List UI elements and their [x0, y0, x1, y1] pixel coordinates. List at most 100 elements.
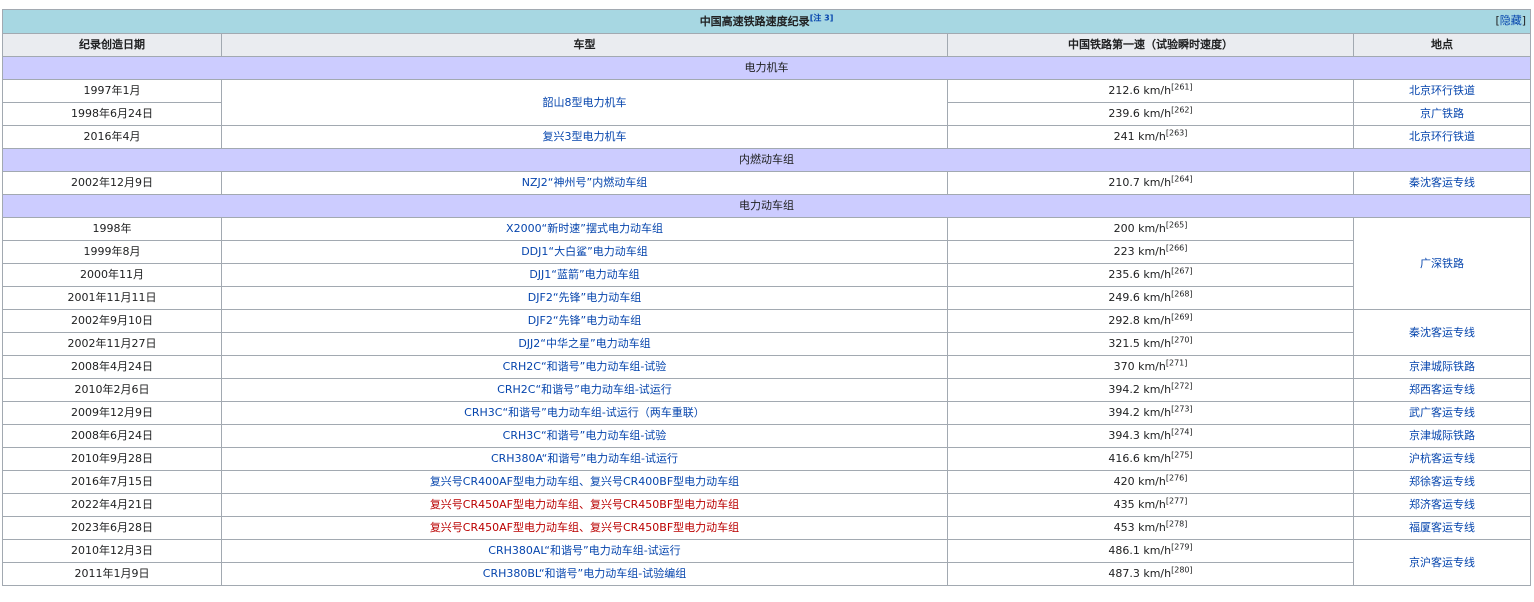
- place-link[interactable]: 武广客运专线: [1409, 406, 1475, 419]
- model-link[interactable]: NZJ2“神州号”内燃动车组: [522, 176, 647, 189]
- place-link[interactable]: 北京环行铁道: [1409, 84, 1475, 97]
- place-cell[interactable]: 北京环行铁道: [1352, 125, 1532, 149]
- place-cell[interactable]: 京广铁路: [1352, 102, 1532, 126]
- citation-link[interactable]: [275]: [1171, 450, 1193, 459]
- citation-link[interactable]: [278]: [1166, 519, 1188, 528]
- citation-link[interactable]: [271]: [1166, 358, 1188, 367]
- model-link[interactable]: DJF2“先锋”电力动车组: [528, 314, 641, 327]
- model-redlink[interactable]: 复兴号CR450AF型电力动车组、复兴号CR450BF型电力动车组: [430, 521, 739, 534]
- place-link[interactable]: 京津城际铁路: [1409, 360, 1475, 373]
- model-cell[interactable]: CRH2C“和谐号”电力动车组-试验: [221, 355, 948, 379]
- place-link[interactable]: 北京环行铁道: [1409, 130, 1475, 143]
- place-cell[interactable]: 郑济客运专线: [1352, 493, 1532, 517]
- model-link[interactable]: CRH3C“和谐号”电力动车组-试运行（两车重联）: [464, 406, 705, 419]
- model-cell[interactable]: DJF2“先锋”电力动车组: [221, 309, 948, 333]
- table-title: 中国高速铁路速度纪录[注 3] [隐藏]: [1, 9, 1532, 34]
- place-cell[interactable]: 郑徐客运专线: [1352, 470, 1532, 494]
- place-link[interactable]: 京沪客运专线: [1409, 556, 1475, 569]
- place-cell[interactable]: 郑西客运专线: [1352, 378, 1532, 402]
- place-cell[interactable]: 沪杭客运专线: [1352, 447, 1532, 471]
- place-cell[interactable]: 广深铁路: [1352, 217, 1532, 310]
- place-link[interactable]: 秦沈客运专线: [1409, 326, 1475, 339]
- table-row: 2002年11月27日 DJJ2“中华之星”电力动车组 321.5 km/h[2…: [2, 332, 1531, 356]
- speed-cell: 249.6 km/h[268]: [947, 286, 1354, 310]
- date-cell: 1997年1月: [2, 79, 222, 103]
- model-redlink[interactable]: 复兴号CR450AF型电力动车组、复兴号CR450BF型电力动车组: [430, 498, 739, 511]
- model-link[interactable]: X2000“新时速”摆式电力动车组: [506, 222, 663, 235]
- model-cell[interactable]: NZJ2“神州号”内燃动车组: [221, 171, 948, 195]
- place-link[interactable]: 郑西客运专线: [1409, 383, 1475, 396]
- model-link[interactable]: 复兴3型电力机车: [543, 130, 627, 143]
- place-link[interactable]: 京广铁路: [1420, 107, 1464, 120]
- place-cell[interactable]: 秦沈客运专线: [1352, 309, 1532, 356]
- citation-link[interactable]: [269]: [1171, 312, 1193, 321]
- model-cell[interactable]: CRH3C“和谐号”电力动车组-试验: [221, 424, 948, 448]
- model-cell[interactable]: DJJ1“蓝箭”电力动车组: [221, 263, 948, 287]
- citation-link[interactable]: [272]: [1171, 381, 1193, 390]
- model-cell[interactable]: CRH380AL“和谐号”电力动车组-试运行: [221, 539, 948, 563]
- title-note[interactable]: [注 3]: [810, 13, 834, 22]
- model-cell[interactable]: 复兴3型电力机车: [221, 125, 948, 149]
- citation-link[interactable]: [273]: [1171, 404, 1193, 413]
- citation-link[interactable]: [279]: [1171, 542, 1193, 551]
- citation-link[interactable]: [277]: [1166, 496, 1188, 505]
- model-cell[interactable]: 韶山8型电力机车: [221, 79, 948, 126]
- model-link[interactable]: CRH2C“和谐号”电力动车组-试验: [503, 360, 667, 373]
- citation-link[interactable]: [274]: [1171, 427, 1193, 436]
- place-link[interactable]: 秦沈客运专线: [1409, 176, 1475, 189]
- model-link[interactable]: 韶山8型电力机车: [543, 96, 627, 109]
- citation-link[interactable]: [263]: [1166, 128, 1188, 137]
- place-link[interactable]: 福厦客运专线: [1409, 521, 1475, 534]
- place-link[interactable]: 京津城际铁路: [1409, 429, 1475, 442]
- model-cell[interactable]: DDJ1“大白鲨”电力动车组: [221, 240, 948, 264]
- place-cell[interactable]: 京沪客运专线: [1352, 539, 1532, 586]
- place-cell[interactable]: 京津城际铁路: [1352, 355, 1532, 379]
- citation-link[interactable]: [262]: [1171, 105, 1193, 114]
- model-link[interactable]: DJJ1“蓝箭”电力动车组: [529, 268, 639, 281]
- model-cell[interactable]: 复兴号CR400AF型电力动车组、复兴号CR400BF型电力动车组: [221, 470, 948, 494]
- citation-link[interactable]: [264]: [1171, 174, 1193, 183]
- model-cell[interactable]: X2000“新时速”摆式电力动车组: [221, 217, 948, 241]
- model-link[interactable]: CRH2C“和谐号”电力动车组-试运行: [497, 383, 672, 396]
- citation-link[interactable]: [267]: [1171, 266, 1193, 275]
- speed-cell: 394.2 km/h[273]: [947, 401, 1354, 425]
- citation-link[interactable]: [276]: [1166, 473, 1188, 482]
- model-link[interactable]: CRH380BL“和谐号”电力动车组-试验编组: [483, 567, 686, 580]
- place-link[interactable]: 沪杭客运专线: [1409, 452, 1475, 465]
- model-cell[interactable]: 复兴号CR450AF型电力动车组、复兴号CR450BF型电力动车组: [221, 493, 948, 517]
- model-cell[interactable]: CRH380BL“和谐号”电力动车组-试验编组: [221, 562, 948, 586]
- citation-link[interactable]: [266]: [1166, 243, 1188, 252]
- group-electric-emu: 电力动车组: [1, 194, 1532, 218]
- table-row: 1997年1月 韶山8型电力机车 212.6 km/h[261] 北京环行铁道: [2, 79, 1532, 126]
- model-cell[interactable]: 复兴号CR450AF型电力动车组、复兴号CR450BF型电力动车组: [221, 516, 948, 540]
- place-cell[interactable]: 北京环行铁道: [1352, 79, 1532, 103]
- model-cell[interactable]: CRH3C“和谐号”电力动车组-试运行（两车重联）: [221, 401, 948, 425]
- place-link[interactable]: 郑济客运专线: [1409, 498, 1475, 511]
- model-link[interactable]: CRH380AL“和谐号”电力动车组-试运行: [488, 544, 680, 557]
- place-cell[interactable]: 秦沈客运专线: [1352, 171, 1532, 195]
- model-cell[interactable]: CRH2C“和谐号”电力动车组-试运行: [221, 378, 948, 402]
- model-link[interactable]: 复兴号CR400AF型电力动车组、复兴号CR400BF型电力动车组: [430, 475, 739, 488]
- speed-cell: 394.3 km/h[274]: [947, 424, 1354, 448]
- header-model: 车型: [221, 33, 948, 57]
- model-link[interactable]: CRH380A“和谐号”电力动车组-试运行: [491, 452, 678, 465]
- model-link[interactable]: CRH3C“和谐号”电力动车组-试验: [503, 429, 667, 442]
- place-cell[interactable]: 武广客运专线: [1352, 401, 1532, 425]
- model-link[interactable]: DJJ2“中华之星”电力动车组: [518, 337, 650, 350]
- model-cell[interactable]: DJF2“先锋”电力动车组: [221, 286, 948, 310]
- place-link[interactable]: 郑徐客运专线: [1409, 475, 1475, 488]
- model-link[interactable]: DJF2“先锋”电力动车组: [528, 291, 641, 304]
- citation-link[interactable]: [270]: [1171, 335, 1193, 344]
- citation-link[interactable]: [280]: [1171, 565, 1193, 574]
- place-cell[interactable]: 京津城际铁路: [1352, 424, 1532, 448]
- table-row: 2023年6月28日 复兴号CR450AF型电力动车组、复兴号CR450BF型电…: [2, 516, 1532, 540]
- model-cell[interactable]: CRH380A“和谐号”电力动车组-试运行: [221, 447, 948, 471]
- model-cell[interactable]: DJJ2“中华之星”电力动车组: [221, 332, 948, 356]
- place-cell[interactable]: 福厦客运专线: [1352, 516, 1532, 540]
- model-link[interactable]: DDJ1“大白鲨”电力动车组: [521, 245, 648, 258]
- place-link[interactable]: 广深铁路: [1420, 257, 1464, 270]
- citation-link[interactable]: [265]: [1166, 220, 1188, 229]
- citation-link[interactable]: [268]: [1171, 289, 1193, 298]
- citation-link[interactable]: [261]: [1171, 82, 1193, 91]
- hide-toggle[interactable]: [隐藏]: [1495, 11, 1526, 33]
